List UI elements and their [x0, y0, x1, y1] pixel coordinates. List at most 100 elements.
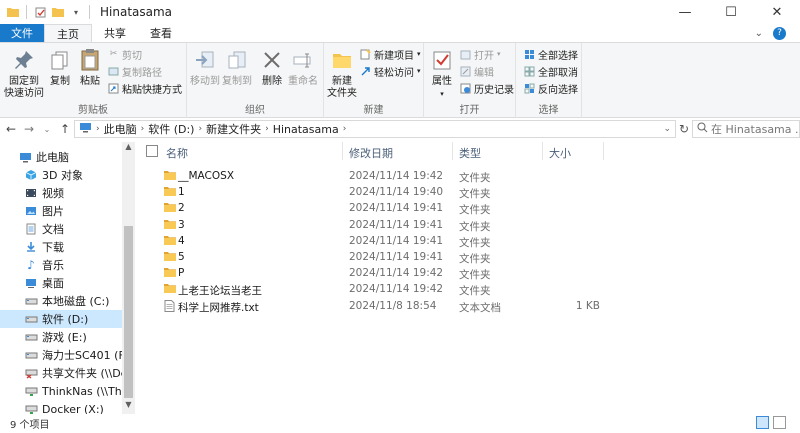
invert-selection-button[interactable]: 反向选择: [524, 81, 578, 96]
file-row[interactable]: 3 2024/11/14 19:41 文件夹: [136, 218, 800, 234]
nav-item-drive-e[interactable]: 游戏 (E:): [0, 328, 122, 346]
delete-button[interactable]: 删除: [259, 47, 285, 88]
search-input[interactable]: 在 Hinatasama ...: [692, 120, 800, 138]
open-group-label: 打开: [459, 105, 480, 116]
file-date: 2024/11/14 19:42: [349, 267, 444, 280]
ribbon: 固定到 快速访问 复制 粘贴 ✂ 剪切 复制路径 粘贴快捷方式 剪贴板 移动到 …: [0, 42, 800, 119]
minimize-button[interactable]: —: [662, 0, 708, 24]
refresh-button[interactable]: ↻: [676, 120, 692, 138]
computer-icon: [79, 122, 92, 136]
file-row[interactable]: __MACOSX 2024/11/14 19:42 文件夹: [136, 169, 800, 185]
new-folder-button[interactable]: 新建 文件夹: [326, 47, 358, 100]
column-header-date[interactable]: 修改日期: [349, 145, 393, 161]
desktop-icon: [24, 276, 38, 290]
tab-file[interactable]: 文件: [0, 24, 44, 42]
network-drive-icon: [24, 402, 38, 414]
file-row[interactable]: 2 2024/11/14 19:41 文件夹: [136, 201, 800, 217]
move-to-button[interactable]: 移动到: [189, 47, 221, 88]
nav-item-drive-f[interactable]: 海力士SC401 (F:): [0, 346, 122, 364]
breadcrumb-new-folder[interactable]: 新建文件夹: [206, 121, 261, 137]
help-icon[interactable]: ?: [773, 26, 786, 40]
nav-item-shared-folder[interactable]: 共享文件夹 (\\Deskt: [0, 364, 122, 382]
nav-item-videos[interactable]: 视频: [0, 184, 122, 202]
up-button[interactable]: ↑: [58, 122, 72, 136]
rename-button[interactable]: 重命名: [287, 47, 319, 88]
column-header-name[interactable]: 名称: [166, 145, 188, 161]
column-header-size[interactable]: 大小: [549, 145, 571, 161]
address-bar[interactable]: › 此电脑 › 软件 (D:) › 新建文件夹 › Hinatasama › ⌄: [74, 120, 676, 138]
nav-item-music[interactable]: ♪ 音乐: [0, 256, 122, 274]
cut-button[interactable]: ✂ 剪切: [108, 47, 142, 62]
file-row[interactable]: 1 2024/11/14 19:40 文件夹: [136, 185, 800, 201]
file-row[interactable]: 5 2024/11/14 19:41 文件夹: [136, 250, 800, 266]
search-icon: [697, 122, 708, 136]
download-icon: [24, 240, 38, 254]
nav-item-desktop[interactable]: 桌面: [0, 274, 122, 292]
ribbon-tabs: 文件 主页 共享 查看 ⌄ ?: [0, 24, 800, 42]
nav-scrollbar[interactable]: ▲ ▼: [122, 142, 135, 414]
nav-item-docker[interactable]: Docker (X:): [0, 400, 122, 414]
scrollbar-thumb[interactable]: [124, 226, 133, 398]
file-row[interactable]: 科学上网推荐.txt 2024/11/8 18:54 文本文档 1 KB: [136, 299, 800, 315]
file-row[interactable]: 上老王论坛当老王 2024/11/14 19:42 文件夹: [136, 282, 800, 298]
file-name: 1: [178, 186, 185, 199]
details-view-button[interactable]: [756, 416, 769, 429]
paste-icon: [77, 47, 103, 73]
edit-button[interactable]: 编辑: [460, 64, 494, 79]
window-title: Hinatasama: [100, 5, 173, 19]
nav-item-this-pc[interactable]: 此电脑: [0, 148, 122, 166]
select-all-checkbox[interactable]: [146, 145, 158, 157]
forward-button[interactable]: →: [22, 122, 36, 136]
file-name: 科学上网推荐.txt: [178, 301, 259, 314]
chevron-down-icon[interactable]: ▾: [69, 5, 83, 19]
recent-locations-button[interactable]: ⌄: [40, 125, 54, 134]
large-icons-view-button[interactable]: [773, 416, 786, 429]
paste-shortcut-button[interactable]: 粘贴快捷方式: [108, 81, 182, 96]
properties-button[interactable]: 属性 ▾: [428, 47, 456, 100]
file-type: 文件夹: [459, 269, 491, 282]
new-item-button[interactable]: 新建项目 ▾: [360, 47, 421, 62]
tab-home[interactable]: 主页: [44, 24, 92, 42]
easy-access-button[interactable]: 轻松访问 ▾: [360, 64, 421, 79]
tab-share[interactable]: 共享: [92, 24, 138, 42]
copy-button[interactable]: 复制: [46, 47, 74, 88]
picture-icon: [24, 204, 38, 218]
scroll-down-arrow[interactable]: ▼: [122, 400, 135, 414]
properties-check-icon[interactable]: [33, 5, 47, 19]
back-button[interactable]: ←: [4, 122, 18, 136]
nav-item-3d-objects[interactable]: 3D 对象: [0, 166, 122, 184]
breadcrumb-this-pc[interactable]: 此电脑: [104, 121, 137, 137]
file-type: 文件夹: [459, 236, 491, 249]
network-drive-icon: [24, 366, 38, 380]
nav-item-drive-c[interactable]: 本地磁盘 (C:): [0, 292, 122, 310]
folder-icon: [164, 235, 176, 247]
nav-item-thinknas[interactable]: ThinkNas (\\ThinkN: [0, 382, 122, 400]
navigation-pane: 此电脑 3D 对象 视频 图片 文档 下载 ♪ 音乐 桌面 本地磁盘 (C:) …: [0, 142, 136, 414]
open-button[interactable]: 打开 ▾: [460, 47, 501, 62]
chevron-down-icon[interactable]: ⌄: [663, 124, 671, 134]
breadcrumb-hinatasama[interactable]: Hinatasama: [273, 123, 339, 136]
select-none-button[interactable]: 全部取消: [524, 64, 578, 79]
scroll-up-arrow[interactable]: ▲: [122, 142, 135, 156]
select-all-button[interactable]: 全部选择: [524, 47, 578, 62]
nav-item-documents[interactable]: 文档: [0, 220, 122, 238]
pin-quick-access-button[interactable]: 固定到 快速访问: [4, 47, 44, 100]
nav-item-pictures[interactable]: 图片: [0, 202, 122, 220]
tab-view[interactable]: 查看: [138, 24, 184, 42]
maximize-button[interactable]: ☐: [708, 0, 754, 24]
paste-button[interactable]: 粘贴: [76, 47, 104, 88]
network-drive-icon: [24, 384, 38, 398]
file-row[interactable]: P 2024/11/14 19:42 文件夹: [136, 266, 800, 282]
copy-path-button[interactable]: 复制路径: [108, 64, 162, 79]
nav-item-downloads[interactable]: 下载: [0, 238, 122, 256]
nav-item-drive-d[interactable]: 软件 (D:): [0, 310, 122, 328]
breadcrumb-drive-d[interactable]: 软件 (D:): [148, 121, 194, 137]
copy-to-button[interactable]: 复制到: [221, 47, 253, 88]
expand-ribbon-icon[interactable]: ⌄: [755, 28, 763, 39]
column-header-type[interactable]: 类型: [459, 145, 481, 161]
copy-icon: [47, 47, 73, 73]
close-button[interactable]: ✕: [754, 0, 800, 24]
history-button[interactable]: 历史记录: [460, 81, 514, 96]
new-folder-icon[interactable]: [51, 5, 65, 19]
file-row[interactable]: 4 2024/11/14 19:41 文件夹: [136, 234, 800, 250]
